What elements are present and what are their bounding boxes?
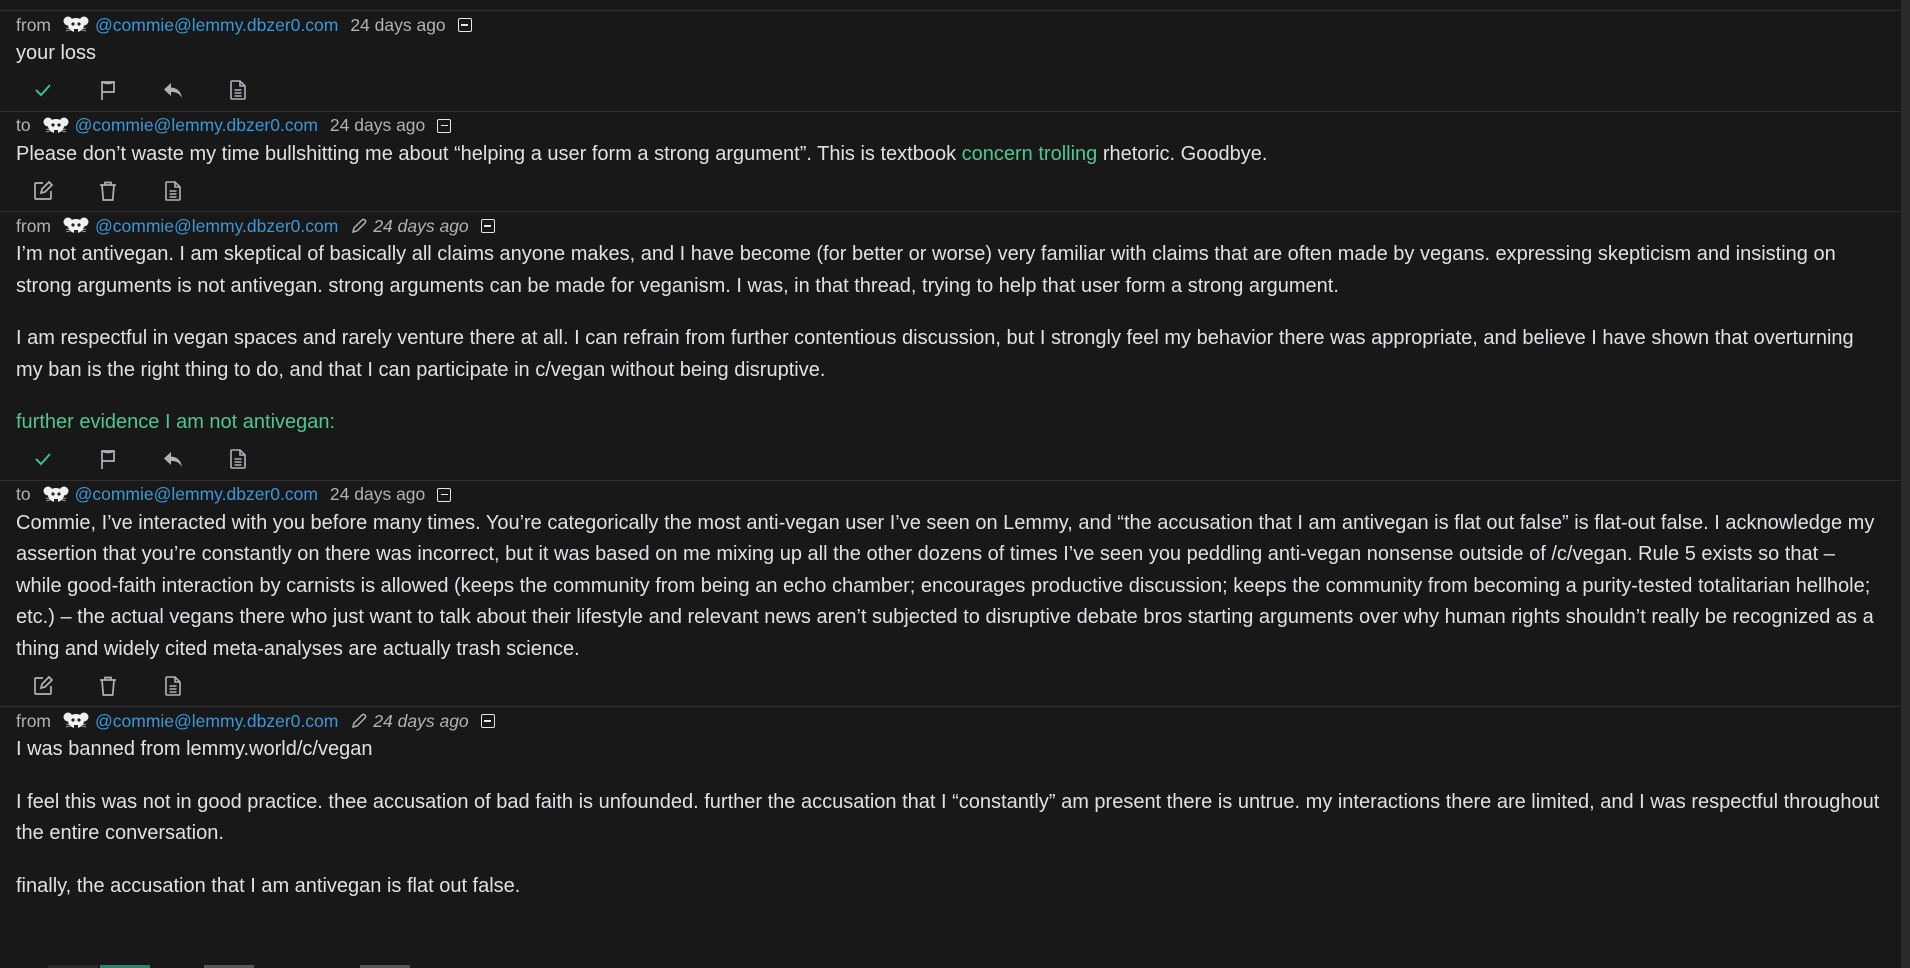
reply-button[interactable] <box>160 446 186 472</box>
mark-read-button[interactable] <box>30 77 56 103</box>
text-segment: I am respectful in vegan spaces and rare… <box>16 327 1854 381</box>
message-actions <box>16 439 1884 480</box>
message-paragraph: I’m not antivegan. I am skeptical of bas… <box>16 239 1884 302</box>
message-paragraph: your loss <box>16 38 1884 70</box>
direction-label: from <box>16 710 51 731</box>
message-meta: from @commie@lemmy.dbzer0.com 24 days ago <box>16 212 1884 239</box>
reply-button[interactable] <box>160 77 186 103</box>
view-source-button[interactable] <box>225 77 251 103</box>
message-meta: to @commie@lemmy.dbzer0.com 24 days ago <box>16 112 1884 139</box>
pencil-icon <box>350 217 368 235</box>
message-paragraph: Please don’t waste my time bullshitting … <box>16 139 1884 171</box>
user-link[interactable]: @commie@lemmy.dbzer0.com <box>95 15 338 36</box>
text-segment: rhetoric. Goodbye. <box>1097 142 1268 165</box>
avatar-icon[interactable] <box>63 216 89 236</box>
message-paragraph: I am respectful in vegan spaces and rare… <box>16 323 1884 386</box>
mark-read-button[interactable] <box>30 446 56 472</box>
delete-button[interactable] <box>95 178 121 204</box>
message-meta: from @commie@lemmy.dbzer0.com 24 days ago <box>16 707 1884 734</box>
inline-link[interactable]: further evidence I am not antivegan: <box>16 411 335 433</box>
message-meta: from @commie@lemmy.dbzer0.com 24 days ago <box>16 11 1884 38</box>
avatar-icon[interactable] <box>63 15 89 35</box>
message-body: I’m not antivegan. I am skeptical of bas… <box>16 239 1884 439</box>
text-segment: I was banned from lemmy.world/c/vegan <box>16 738 373 760</box>
message-body: I was banned from lemmy.world/c/vegan I f… <box>16 734 1884 902</box>
document-icon <box>164 675 182 697</box>
private-message: from @commie@lemmy.dbzer0.com 24 days ago y… <box>0 10 1900 111</box>
avatar-icon[interactable] <box>63 711 89 731</box>
direction-label: from <box>16 14 51 35</box>
text-segment: your loss <box>16 42 97 64</box>
direction-label: from <box>16 215 51 236</box>
collapse-icon[interactable] <box>457 18 472 32</box>
collapse-icon[interactable] <box>480 219 495 233</box>
edit-icon <box>32 675 54 697</box>
message-paragraph: I was banned from lemmy.world/c/vegan <box>16 734 1884 766</box>
direction-label: to <box>16 115 31 135</box>
document-icon <box>164 180 182 202</box>
text-segment: Please don’t waste my time bullshitting … <box>16 142 962 165</box>
timestamp: 24 days ago <box>373 215 469 236</box>
check-icon <box>33 80 53 100</box>
text-segment: finally, the accusation that I am antive… <box>16 874 521 897</box>
timestamp: 24 days ago <box>329 115 426 135</box>
edit-icon <box>32 180 54 202</box>
message-paragraph: Commie, I’ve interacted with you before … <box>16 508 1884 666</box>
private-messages-list: from @commie@lemmy.dbzer0.com 24 days ago y… <box>0 0 1901 968</box>
avatar-icon[interactable] <box>43 116 69 136</box>
check-icon <box>33 449 53 469</box>
trash-icon <box>98 675 118 697</box>
message-list: from @commie@lemmy.dbzer0.com 24 days ago y… <box>0 10 1901 932</box>
timestamp: 24 days ago <box>373 710 469 731</box>
private-message: to @commie@lemmy.dbzer0.com 24 days ago Com… <box>0 479 1900 707</box>
message-meta: to @commie@lemmy.dbzer0.com 24 days ago <box>16 481 1884 508</box>
message-body: Please don’t waste my time bullshitting … <box>16 139 1884 171</box>
flag-icon <box>98 79 118 101</box>
inline-link[interactable]: concern trolling <box>962 143 1098 165</box>
message-actions <box>16 70 1884 111</box>
private-message: to @commie@lemmy.dbzer0.com 24 days ago Ple… <box>0 110 1900 212</box>
collapse-icon[interactable] <box>437 487 452 502</box>
private-message: from @commie@lemmy.dbzer0.com 24 days ago I… <box>0 211 1900 480</box>
edit-button[interactable] <box>30 178 56 204</box>
private-message: from @commie@lemmy.dbzer0.com 24 days ago I… <box>0 706 1900 932</box>
message-body: Commie, I’ve interacted with you before … <box>16 508 1884 666</box>
trash-icon <box>98 180 118 202</box>
reply-icon <box>162 80 184 100</box>
user-link[interactable]: @commie@lemmy.dbzer0.com <box>95 216 338 237</box>
message-body: your loss <box>16 38 1884 70</box>
user-link[interactable]: @commie@lemmy.dbzer0.com <box>75 115 318 136</box>
collapse-icon[interactable] <box>437 118 452 133</box>
message-paragraph: finally, the accusation that I am antive… <box>16 871 1884 903</box>
timestamp: 24 days ago <box>329 484 426 504</box>
message-actions <box>16 170 1884 211</box>
avatar-icon[interactable] <box>43 485 69 505</box>
text-segment: I feel this was not in good practice. th… <box>16 790 1880 845</box>
reply-icon <box>162 449 184 469</box>
collapse-icon[interactable] <box>480 714 495 728</box>
flag-icon <box>98 448 118 470</box>
document-icon <box>229 79 247 101</box>
text-segment: Commie, I’ve interacted with you before … <box>16 511 1875 660</box>
message-paragraph: I feel this was not in good practice. th… <box>16 787 1884 850</box>
delete-button[interactable] <box>95 673 121 699</box>
timestamp: 24 days ago <box>350 14 446 35</box>
scrollbar[interactable] <box>1901 0 1910 968</box>
message-paragraph: further evidence I am not antivegan: <box>16 407 1884 439</box>
report-button[interactable] <box>95 446 121 472</box>
view-source-button[interactable] <box>160 673 186 699</box>
direction-label: to <box>16 484 31 504</box>
view-source-button[interactable] <box>160 178 186 204</box>
message-actions <box>16 665 1884 706</box>
text-segment: I’m not antivegan. I am skeptical of bas… <box>16 243 1836 297</box>
edit-button[interactable] <box>30 673 56 699</box>
pencil-icon <box>350 712 368 730</box>
report-button[interactable] <box>95 77 121 103</box>
view-source-button[interactable] <box>225 446 251 472</box>
document-icon <box>229 448 247 470</box>
user-link[interactable]: @commie@lemmy.dbzer0.com <box>95 711 338 732</box>
user-link[interactable]: @commie@lemmy.dbzer0.com <box>75 484 318 505</box>
